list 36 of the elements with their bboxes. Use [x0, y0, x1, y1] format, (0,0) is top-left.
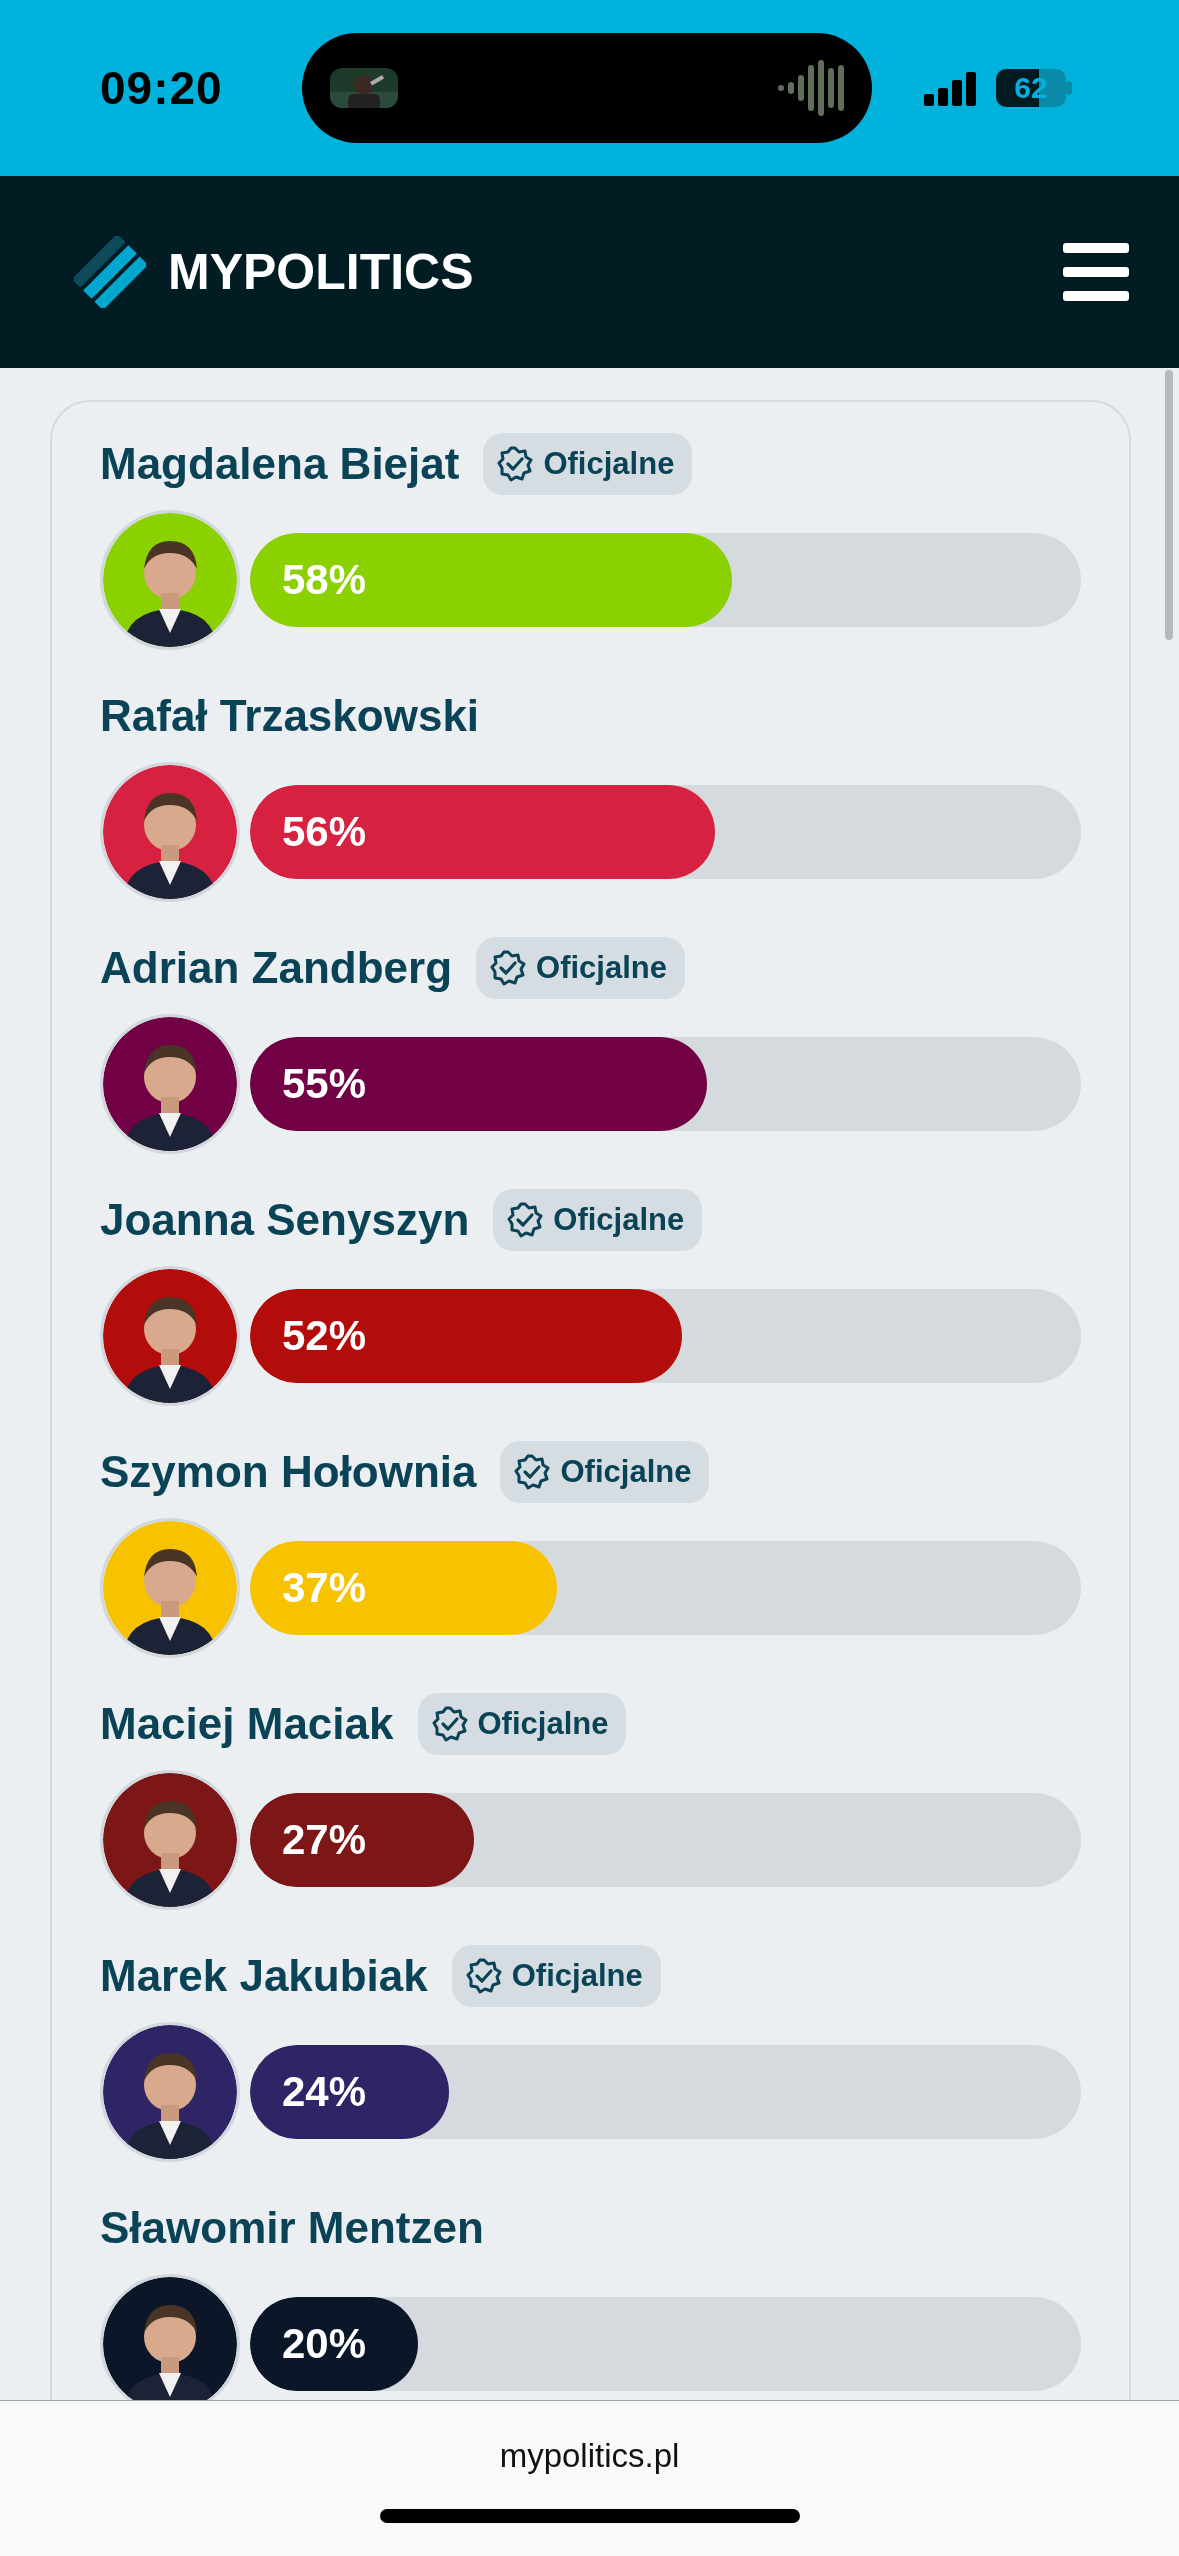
verified-icon: [507, 1202, 544, 1238]
battery-tip-icon: [1066, 81, 1072, 95]
verified-icon: [497, 446, 534, 482]
signal-icon: [924, 70, 978, 106]
url-text[interactable]: mypolitics.pl: [499, 2437, 680, 2475]
logo-icon: [74, 236, 146, 308]
official-badge: Oficjalne: [476, 937, 685, 999]
official-badge: Oficjalne: [417, 1693, 627, 1755]
percent-label: 27%: [282, 1816, 367, 1864]
percent-label: 20%: [282, 2320, 367, 2368]
verified-icon: [465, 1958, 502, 1994]
official-badge: Oficjalne: [483, 433, 693, 495]
candidate-name: Rafał Trzaskowski: [100, 691, 480, 741]
percent-label: 58%: [282, 556, 367, 604]
percent-label: 55%: [282, 1060, 367, 1108]
status-time: 09:20: [100, 61, 224, 115]
percent-label: 52%: [282, 1312, 367, 1360]
candidate-name: Marek Jakubiak: [100, 1951, 428, 2001]
waveform-icon: [778, 60, 844, 116]
percent-label: 56%: [282, 808, 367, 856]
candidate-name: Szymon Hołownia: [100, 1447, 477, 1497]
candidate-name: Sławomir Mentzen: [100, 2203, 484, 2253]
percent-label: 24%: [282, 2068, 367, 2116]
candidate-name: Adrian Zandberg: [100, 943, 453, 993]
logo-text: MYPOLITICS: [168, 243, 474, 301]
verified-icon: [514, 1454, 551, 1490]
official-badge: Oficjalne: [500, 1441, 710, 1503]
official-badge: Oficjalne: [493, 1189, 703, 1251]
official-badge: Oficjalne: [451, 1945, 661, 2007]
verified-icon: [490, 950, 527, 986]
percent-label: 37%: [282, 1564, 367, 1612]
verified-icon: [431, 1706, 468, 1742]
candidate-name: Maciej Maciak: [100, 1699, 394, 1749]
candidate-name: Joanna Senyszyn: [100, 1195, 470, 1245]
candidate-name: Magdalena Biejat: [100, 439, 460, 489]
menu-icon[interactable]: [1063, 243, 1129, 301]
